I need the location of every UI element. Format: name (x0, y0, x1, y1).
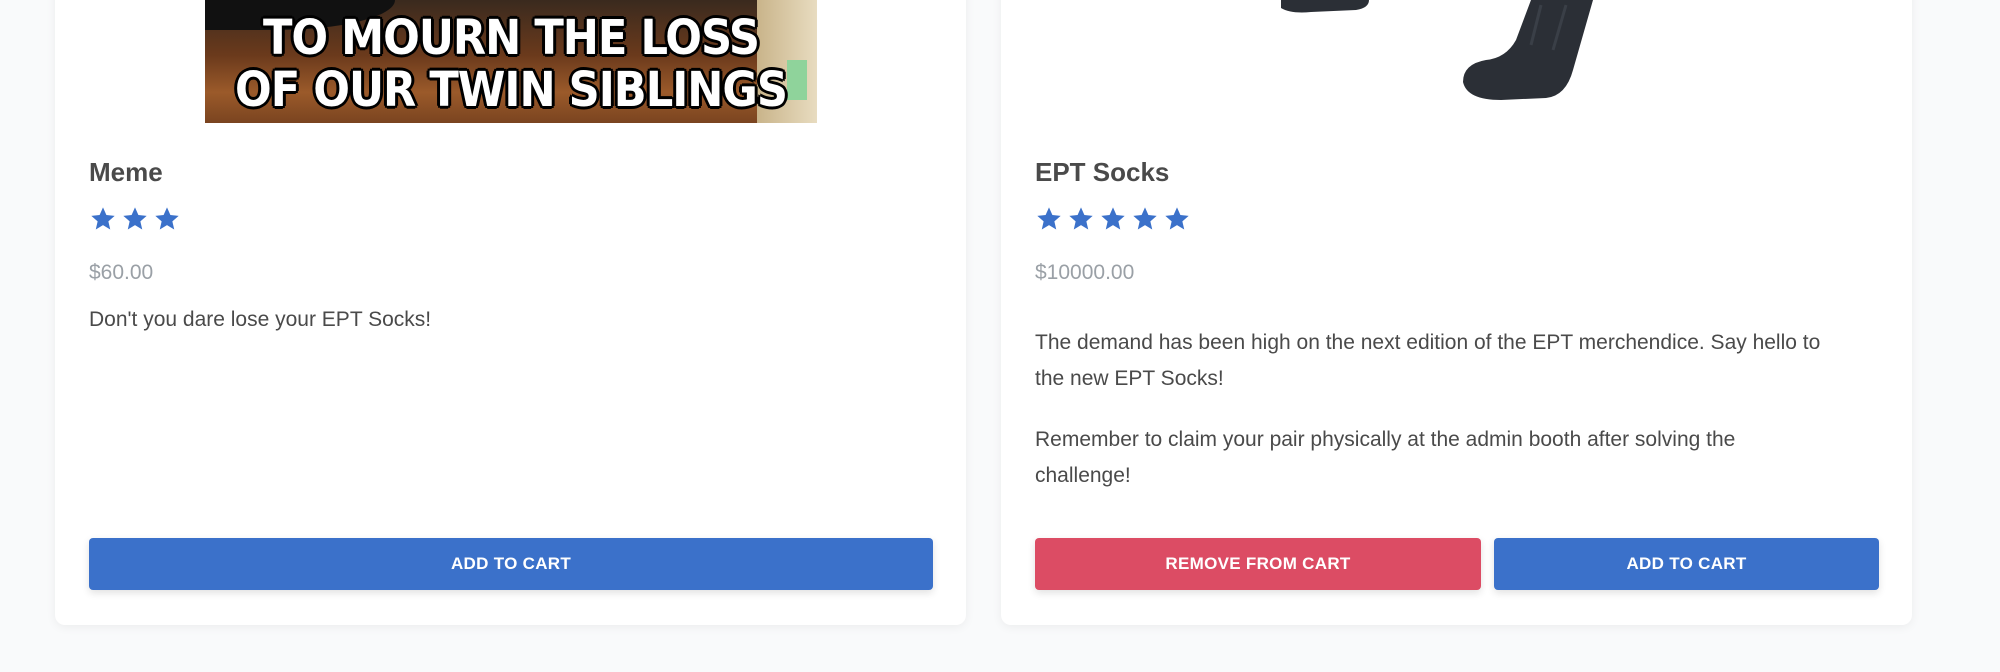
star-icon (123, 207, 147, 230)
rating-stars (89, 205, 181, 233)
product-price: $10000.00 (1035, 261, 1135, 284)
product-image-socks (1201, 0, 1701, 100)
product-title: Meme (89, 157, 163, 187)
socks-illustration (1281, 0, 1593, 100)
star-icon (1037, 207, 1061, 230)
add-to-cart-button[interactable]: ADD TO CART (1494, 538, 1879, 590)
remove-from-cart-button[interactable]: REMOVE FROM CART (1035, 538, 1481, 590)
star-icon (1101, 207, 1125, 230)
product-image-meme: TO MOURN THE LOSS OF OUR TWIN SIBLINGS (205, 0, 817, 123)
rating-stars (1035, 205, 1191, 233)
product-card-meme: TO MOURN THE LOSS OF OUR TWIN SIBLINGS M… (55, 0, 966, 625)
product-card-ept-socks: EPT Socks $10000.00 The demand has been … (1001, 0, 1912, 625)
star-icon (91, 207, 115, 230)
product-title: EPT Socks (1035, 157, 1170, 187)
star-icon (1069, 207, 1093, 230)
product-description: Don't you dare lose your EPT Socks! (89, 308, 432, 331)
meme-caption-line-1: TO MOURN THE LOSS (262, 10, 760, 66)
meme-caption-line-2: OF OUR TWIN SIBLINGS (235, 62, 788, 118)
star-icon (155, 207, 179, 230)
add-to-cart-button[interactable]: ADD TO CART (89, 538, 933, 590)
product-description-paragraph-1: The demand has been high on the next edi… (1035, 331, 1821, 390)
product-price: $60.00 (89, 261, 154, 284)
product-description-paragraph-2: Remember to claim your pair physically a… (1035, 428, 1736, 487)
star-icon (1165, 207, 1189, 230)
star-icon (1133, 207, 1157, 230)
